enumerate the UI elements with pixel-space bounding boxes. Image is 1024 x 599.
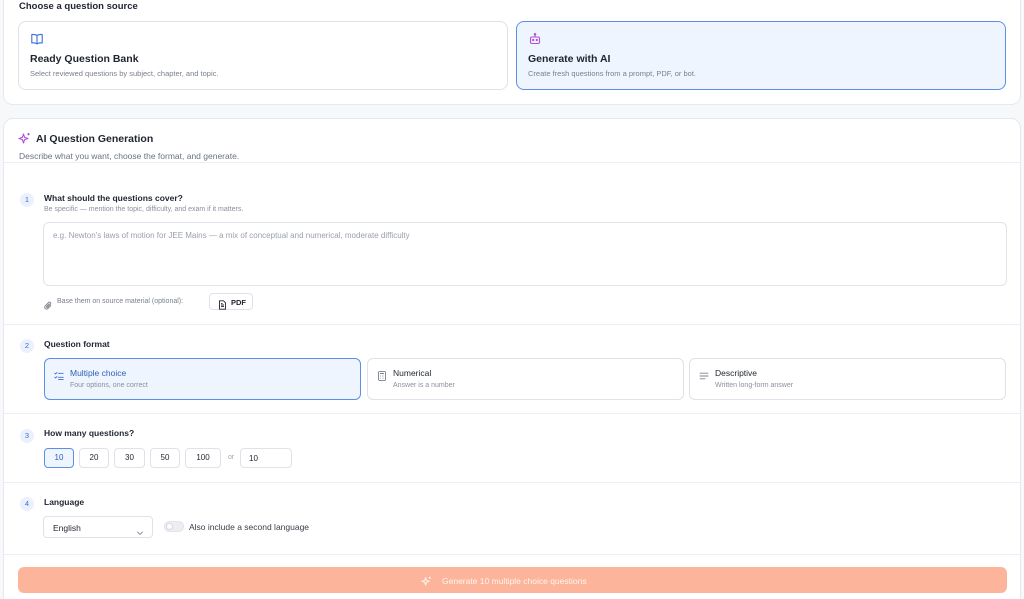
step-number: 2 xyxy=(20,339,34,353)
format-subtitle: Four options, one correct xyxy=(70,382,148,389)
count-step-title: How many questions? xyxy=(44,428,135,438)
option-title: Ready Question Bank xyxy=(30,53,139,65)
second-language-toggle[interactable] xyxy=(164,521,184,532)
divider xyxy=(3,162,1021,163)
ready-question-bank-option[interactable]: Ready Question Bank Select reviewed ques… xyxy=(18,21,508,90)
second-language-label: Also include a second language xyxy=(189,522,310,532)
or-label: or xyxy=(228,454,235,461)
option-subtitle: Create fresh questions from a prompt, PD… xyxy=(528,69,696,78)
format-title: Multiple choice xyxy=(70,368,127,378)
source-heading: Choose a question source xyxy=(19,1,138,12)
format-numerical[interactable]: Numerical Answer is a number xyxy=(367,358,684,400)
option-title: Generate with AI xyxy=(528,53,611,65)
topic-step-hint: Be specific — mention the topic, difficu… xyxy=(44,206,244,213)
topic-prompt-input[interactable] xyxy=(43,222,1007,286)
generation-title: AI Question Generation xyxy=(36,133,154,145)
sparkle-icon xyxy=(18,132,31,145)
divider xyxy=(3,324,1021,325)
generate-button-label: Generate 10 multiple choice questions xyxy=(442,576,587,586)
pdf-button-label: PDF xyxy=(231,298,246,307)
format-multiple-choice[interactable]: Multiple choice Four options, one correc… xyxy=(44,358,361,400)
paperclip-icon xyxy=(44,298,53,310)
text-lines-icon xyxy=(699,368,709,380)
format-title: Descriptive xyxy=(715,368,758,378)
generate-button[interactable]: Generate 10 multiple choice questions xyxy=(18,567,1007,593)
sparkle-icon xyxy=(421,574,432,586)
format-step-title: Question format xyxy=(44,339,110,349)
generation-subtitle: Describe what you want, choose the forma… xyxy=(19,151,240,161)
format-subtitle: Written long-form answer xyxy=(715,382,794,389)
checklist-icon xyxy=(54,368,64,381)
count-option-10[interactable]: 10 xyxy=(44,448,74,468)
count-option-100[interactable]: 100 xyxy=(185,448,221,468)
source-material-label: Base them on source material (optional): xyxy=(57,298,184,305)
topic-step-title: What should the questions cover? xyxy=(44,193,183,203)
language-select[interactable]: English xyxy=(43,516,153,538)
format-title: Numerical xyxy=(393,368,432,378)
step-number: 4 xyxy=(20,497,34,511)
divider xyxy=(3,413,1021,414)
chevron-down-icon xyxy=(136,524,144,536)
divider xyxy=(3,554,1021,555)
calculator-icon xyxy=(377,368,387,381)
option-subtitle: Select reviewed questions by subject, ch… xyxy=(30,69,219,78)
divider xyxy=(3,482,1021,483)
step-number: 3 xyxy=(20,429,34,443)
step-number: 1 xyxy=(20,193,34,207)
robot-icon xyxy=(528,32,542,46)
format-descriptive[interactable]: Descriptive Written long-form answer xyxy=(689,358,1006,400)
count-option-20[interactable]: 20 xyxy=(79,448,109,468)
pdf-upload-button[interactable]: PDF xyxy=(209,293,253,310)
count-option-30[interactable]: 30 xyxy=(114,448,145,468)
language-step-title: Language xyxy=(44,497,85,507)
language-value: English xyxy=(53,523,81,533)
document-icon xyxy=(218,297,227,310)
generate-with-ai-option[interactable]: Generate with AI Create fresh questions … xyxy=(516,21,1006,90)
book-icon xyxy=(30,32,44,46)
custom-count-input[interactable] xyxy=(240,448,292,468)
format-subtitle: Answer is a number xyxy=(393,382,455,389)
count-option-50[interactable]: 50 xyxy=(150,448,180,468)
toggle-knob xyxy=(166,523,173,530)
